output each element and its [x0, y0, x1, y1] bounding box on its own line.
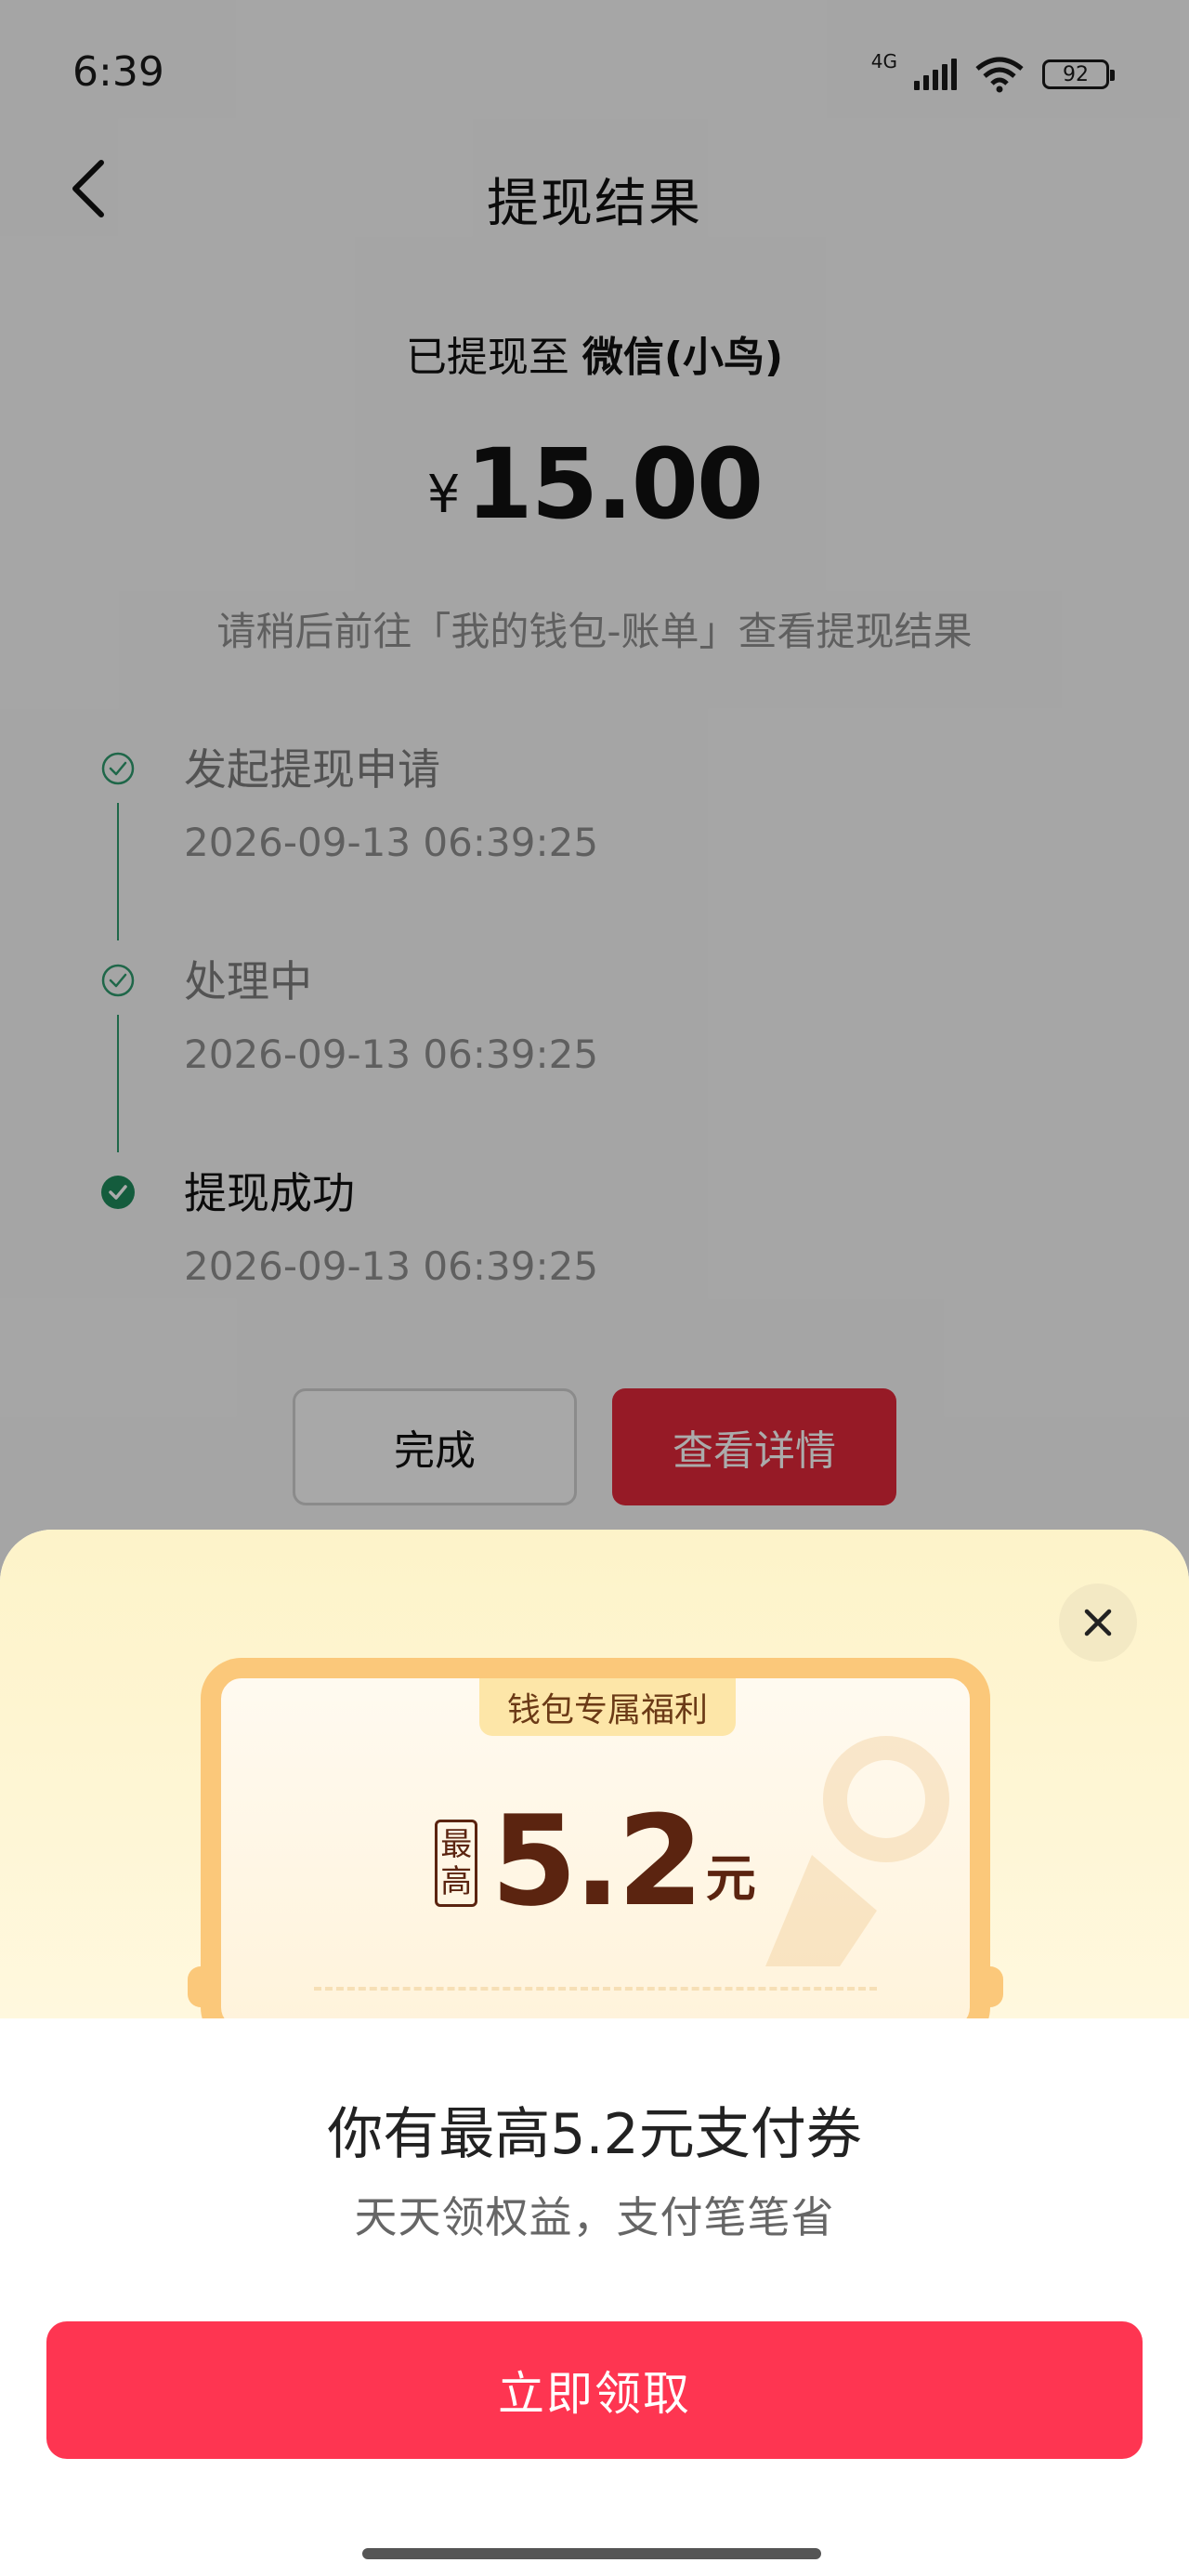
coupon-notch-left: [188, 1966, 214, 2007]
coupon-subline: 天天领权益，支付笔笔省: [354, 2192, 835, 2242]
coupon-info: 你有最高5.2元支付券 天天领权益，支付笔笔省 立即领取: [0, 2018, 1189, 2576]
coupon-tag: 钱包专属福利: [479, 1678, 737, 1736]
coupon-amount: 5.2: [490, 1789, 703, 1934]
claim-now-button[interactable]: 立即领取: [46, 2321, 1143, 2459]
coupon-divider: [314, 1987, 877, 1991]
max-badge: 最 高: [435, 1820, 478, 1907]
coupon-notch-right: [977, 1966, 1003, 2007]
coupon-card: 钱包专属福利 最 高 5.2 元: [188, 1658, 1003, 2048]
close-icon: [1084, 1609, 1112, 1636]
badge-char-bottom: 高: [440, 1863, 473, 1900]
home-indicator[interactable]: [362, 2548, 821, 2559]
coupon-headline: 你有最高5.2元支付券: [327, 2102, 862, 2167]
close-button[interactable]: [1059, 1584, 1137, 1662]
screen: 6:39 4G 92 提现结果 已提现至 微信(小鸟) ¥15.00 请稍后前往…: [0, 0, 1189, 2576]
coupon-value: 最 高 5.2 元: [221, 1799, 970, 1924]
badge-char-top: 最: [440, 1826, 473, 1863]
coupon-bottom-sheet: 钱包专属福利 最 高 5.2 元 你有最高5.2元支付券 天天领权益，支付笔笔省…: [0, 1530, 1189, 2576]
coupon-unit: 元: [705, 1849, 756, 1908]
coupon-banner: 钱包专属福利 最 高 5.2 元: [0, 1530, 1189, 2048]
